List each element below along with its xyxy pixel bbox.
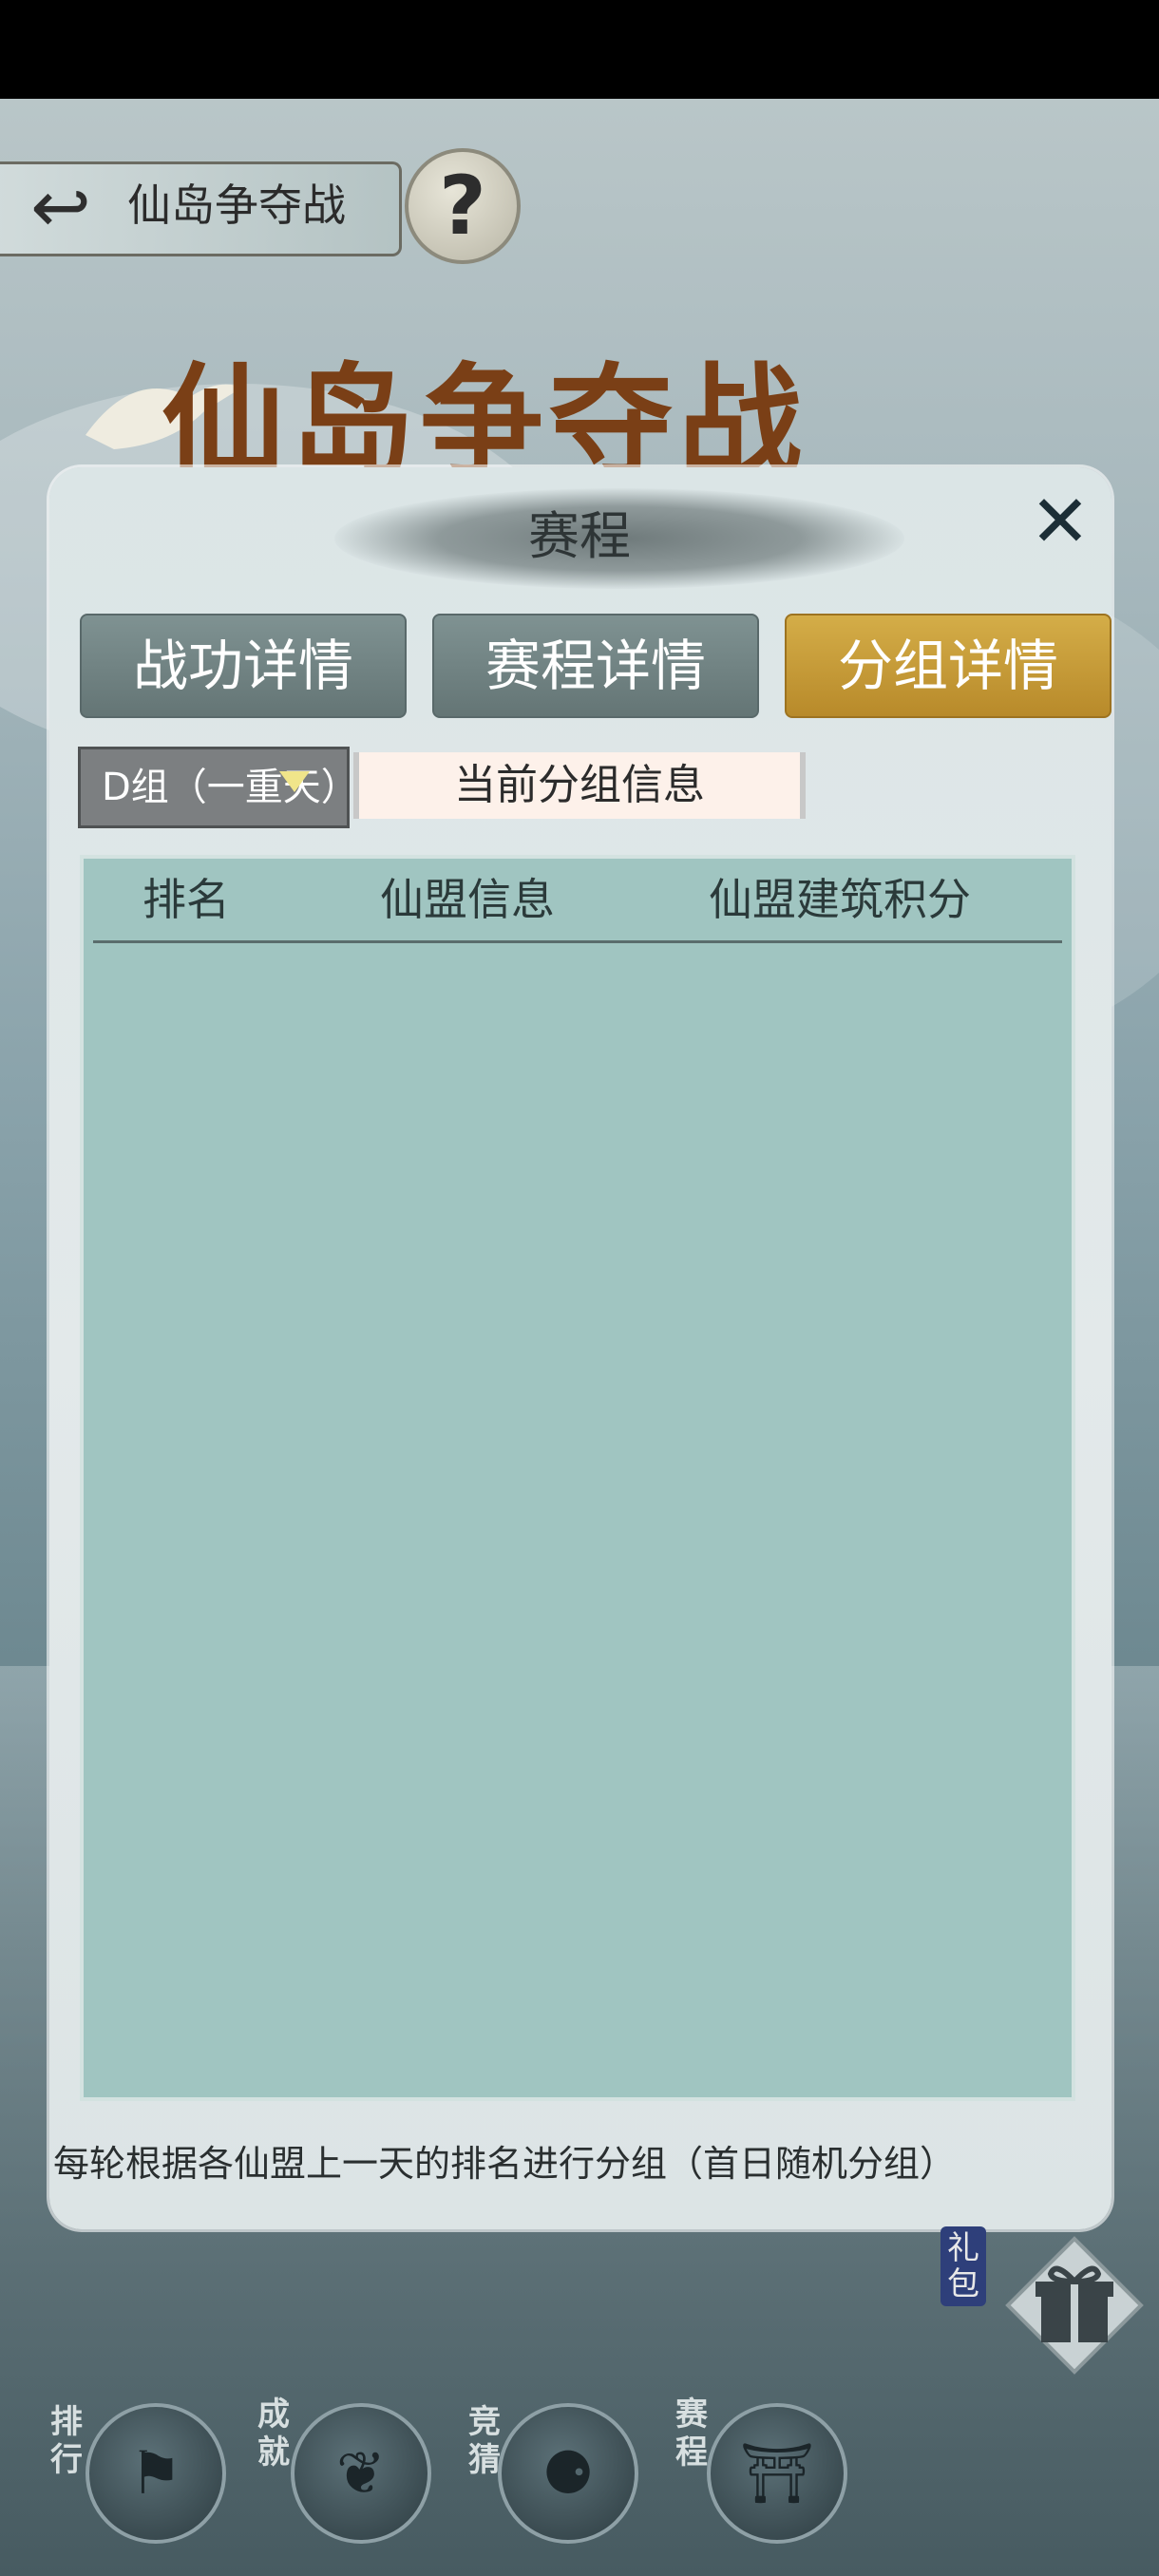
gift-label[interactable]: 礼包 — [940, 2226, 986, 2306]
chevron-down-icon[interactable] — [279, 771, 310, 792]
back-arrow-icon[interactable]: ↩ — [13, 169, 108, 245]
schedule-flag-icon[interactable]: ⛩ — [707, 2403, 847, 2544]
page-title: 仙岛争夺战 — [127, 180, 346, 231]
tab-schedule-details[interactable]: 赛程详情 — [432, 614, 759, 718]
group-info-label: 当前分组信息 — [353, 752, 806, 819]
achievement-scroll-icon[interactable]: ❦ — [291, 2403, 431, 2544]
status-bar — [0, 0, 1159, 99]
help-button[interactable]: ? — [405, 148, 521, 264]
dialog-title: 赛程 — [528, 506, 631, 566]
tab-group-details[interactable]: 分组详情 — [785, 614, 1112, 718]
header-divider — [93, 940, 1062, 943]
close-button[interactable]: ✕ — [1022, 485, 1098, 558]
gift-icon[interactable] — [1003, 2234, 1146, 2377]
column-header-rank: 排名 — [142, 874, 230, 925]
tab-merit-details[interactable]: 战功详情 — [80, 614, 407, 718]
column-header-alliance-info: 仙盟信息 — [380, 874, 555, 925]
ranking-table — [80, 855, 1075, 2101]
bottom-label-rank: 排行 — [50, 2403, 83, 2479]
bottom-label-achievement: 成就 — [257, 2396, 290, 2472]
guess-dice-icon[interactable]: ⚈ — [498, 2403, 638, 2544]
grouping-footnote: 每轮根据各仙盟上一天的排名进行分组（首日随机分组） — [53, 2143, 957, 2185]
column-header-building-score: 仙盟建筑积分 — [709, 874, 971, 925]
ranking-banner-icon[interactable]: ⚑ — [86, 2403, 226, 2544]
